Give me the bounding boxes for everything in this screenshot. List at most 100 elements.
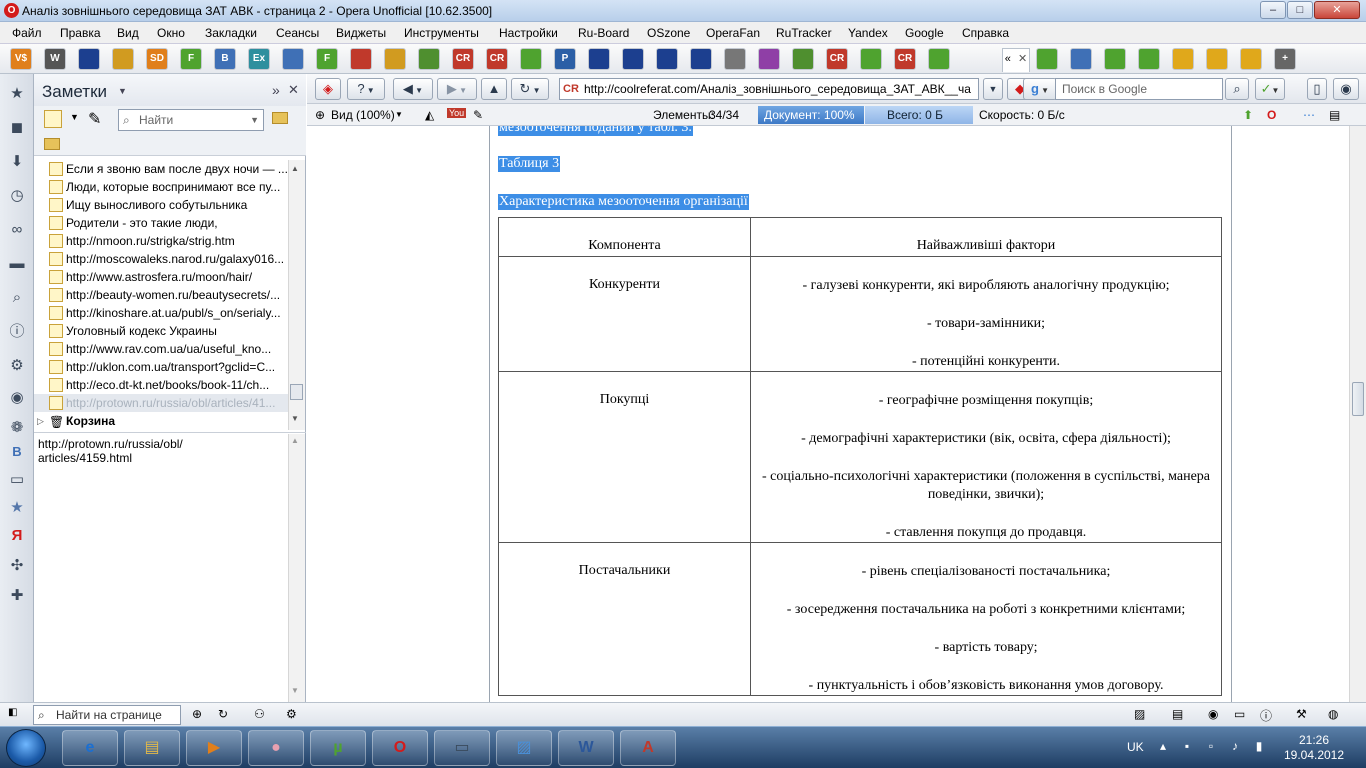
find-in-page-input[interactable]: ⌕ Найти на странице: [33, 705, 181, 725]
print-icon[interactable]: ▤: [1329, 108, 1340, 122]
network-error-icon[interactable]: ▫: [1204, 739, 1218, 753]
transfers-panel-icon[interactable]: ⬇: [7, 152, 27, 172]
bookmark-button[interactable]: CR: [452, 48, 474, 70]
menu-item[interactable]: Файл: [12, 26, 42, 40]
note-item[interactable]: http://nmoon.ru/strigka/strig.htm: [34, 232, 290, 250]
bookmark-button[interactable]: CR: [894, 48, 916, 70]
scroll-down-icon[interactable]: ▼: [291, 686, 299, 695]
up-button[interactable]: ▲: [481, 78, 507, 100]
bookmark-button[interactable]: [860, 48, 882, 70]
menu-item[interactable]: Окно: [157, 26, 185, 40]
photo-taskbar-button[interactable]: ▨: [496, 730, 552, 766]
image-icon[interactable]: ▨: [1134, 707, 1145, 721]
bookmark-button[interactable]: [282, 48, 304, 70]
forward-button[interactable]: ▶ ▼: [437, 78, 477, 100]
note-item[interactable]: http://moscowaleks.narod.ru/galaxy016...: [34, 250, 290, 268]
star-panel-icon[interactable]: ★: [7, 498, 27, 518]
bookmark-button[interactable]: [1172, 48, 1194, 70]
bookmark-button[interactable]: [1206, 48, 1228, 70]
upload-icon[interactable]: ⬆: [1243, 108, 1253, 122]
folder-icon[interactable]: [272, 112, 288, 124]
search-panel-icon[interactable]: ⌕: [7, 288, 27, 308]
bookmark-button[interactable]: [1036, 48, 1058, 70]
menu-item[interactable]: OSzone: [647, 26, 690, 40]
info-panel-icon[interactable]: ⓘ: [7, 322, 27, 342]
bookmark-button[interactable]: V$: [10, 48, 32, 70]
maximize-button[interactable]: □: [1287, 1, 1313, 19]
note-item[interactable]: http://eco.dt-kt.net/books/book-11/ch...: [34, 376, 290, 394]
tray-arrow-icon[interactable]: ▴: [1156, 739, 1170, 753]
bookmark-button[interactable]: [350, 48, 372, 70]
note-item[interactable]: http://kinoshare.at.ua/publ/s_on/serialy…: [34, 304, 290, 322]
menu-item[interactable]: Ru-Board: [578, 26, 629, 40]
media-player-taskbar-button[interactable]: ▶: [186, 730, 242, 766]
zoom-icon[interactable]: ⊕: [315, 108, 325, 122]
bookmark-button[interactable]: [1240, 48, 1262, 70]
note-item[interactable]: Родители - это такие люди,: [34, 214, 290, 232]
expand-arrow-icon[interactable]: ▷: [37, 412, 44, 430]
tray-app-icon[interactable]: ▪: [1180, 739, 1194, 753]
word-taskbar-button[interactable]: W: [558, 730, 614, 766]
settings-icon[interactable]: ⚙: [286, 707, 297, 721]
notes-panel-icon[interactable]: ◼: [7, 118, 27, 138]
note-view[interactable]: http://protown.ru/russia/obl/ articles/4…: [34, 432, 306, 702]
yandex-panel-icon[interactable]: Я: [7, 526, 27, 546]
volume-icon[interactable]: ♪: [1228, 739, 1242, 753]
bookmark-button[interactable]: B: [214, 48, 236, 70]
menu-item[interactable]: Справка: [962, 26, 1009, 40]
address-field[interactable]: CR http://coolreferat.com/Аналіз_зовнішн…: [559, 78, 979, 100]
bookmark-button[interactable]: SD: [146, 48, 168, 70]
info-icon[interactable]: ⓘ: [1260, 707, 1272, 724]
zoom-level[interactable]: Вид (100%): [331, 108, 395, 122]
youtube-icon[interactable]: You: [447, 108, 467, 118]
wrench-icon[interactable]: ✎: [473, 108, 483, 122]
search-engine-button[interactable]: g ▼: [1023, 78, 1057, 100]
search-icon[interactable]: ⌕: [1225, 78, 1249, 100]
google-search-input[interactable]: Поиск в Google: [1055, 78, 1223, 100]
chevron-down-icon[interactable]: ▼: [250, 110, 259, 130]
bookmark-button[interactable]: [792, 48, 814, 70]
bookmark-button[interactable]: [1138, 48, 1160, 70]
bookmarks-panel-icon[interactable]: ★: [7, 84, 27, 104]
windows-panel-icon[interactable]: ▬: [7, 254, 27, 274]
window-icon[interactable]: ▭: [1234, 707, 1245, 721]
menu-item[interactable]: Вид: [117, 26, 139, 40]
bookmark-button[interactable]: [418, 48, 440, 70]
page-scrollbar[interactable]: [1349, 126, 1366, 702]
ie-taskbar-button[interactable]: e: [62, 730, 118, 766]
start-button[interactable]: [6, 729, 46, 767]
scroll-thumb[interactable]: [290, 384, 303, 400]
menu-item[interactable]: Google: [905, 26, 944, 40]
note-item[interactable]: http://beauty-women.ru/beautysecrets/...: [34, 286, 290, 304]
panel-close-icon[interactable]: ✕: [288, 82, 299, 98]
note-scrollbar[interactable]: ▲ ▼: [288, 434, 305, 702]
bookmark-button[interactable]: [690, 48, 712, 70]
history-panel-icon[interactable]: ◷: [7, 186, 27, 206]
pencil-icon[interactable]: ✎: [88, 109, 101, 129]
bookmark-button[interactable]: [1104, 48, 1126, 70]
reload-button[interactable]: ↻ ▼: [511, 78, 549, 100]
menu-item[interactable]: Сеансы: [276, 26, 319, 40]
note-item[interactable]: Если я звоню вам после двух ночи — ...: [34, 160, 290, 178]
network-icon[interactable]: ⚇: [254, 707, 265, 721]
address-dropdown-button[interactable]: ▼: [983, 78, 1003, 100]
add-panel-icon[interactable]: ✚: [7, 586, 27, 606]
bookmark-button[interactable]: [1070, 48, 1092, 70]
vk-panel-icon[interactable]: B: [7, 442, 27, 462]
bookmark-button[interactable]: P: [554, 48, 576, 70]
bookmark-button[interactable]: [112, 48, 134, 70]
app-pink-taskbar-button[interactable]: ●: [248, 730, 304, 766]
bookmark-button[interactable]: W: [44, 48, 66, 70]
trash-folder[interactable]: ▷ 🗑 Корзина: [34, 412, 288, 430]
monitor-taskbar-button[interactable]: ▭: [434, 730, 490, 766]
expand-icon[interactable]: »: [272, 82, 280, 98]
bookmark-button[interactable]: CR: [826, 48, 848, 70]
minimize-button[interactable]: –: [1260, 1, 1286, 19]
note-item[interactable]: http://www.astrosfera.ru/moon/hair/: [34, 268, 290, 286]
bookmark-button[interactable]: [724, 48, 746, 70]
tab-close-icon[interactable]: ✕: [1018, 53, 1027, 65]
utorrent-taskbar-button[interactable]: µ: [310, 730, 366, 766]
widget-panel-icon[interactable]: ◉: [7, 388, 27, 408]
opera-menu-icon[interactable]: O: [1267, 108, 1276, 122]
document-icon[interactable]: ▤: [1172, 707, 1183, 721]
